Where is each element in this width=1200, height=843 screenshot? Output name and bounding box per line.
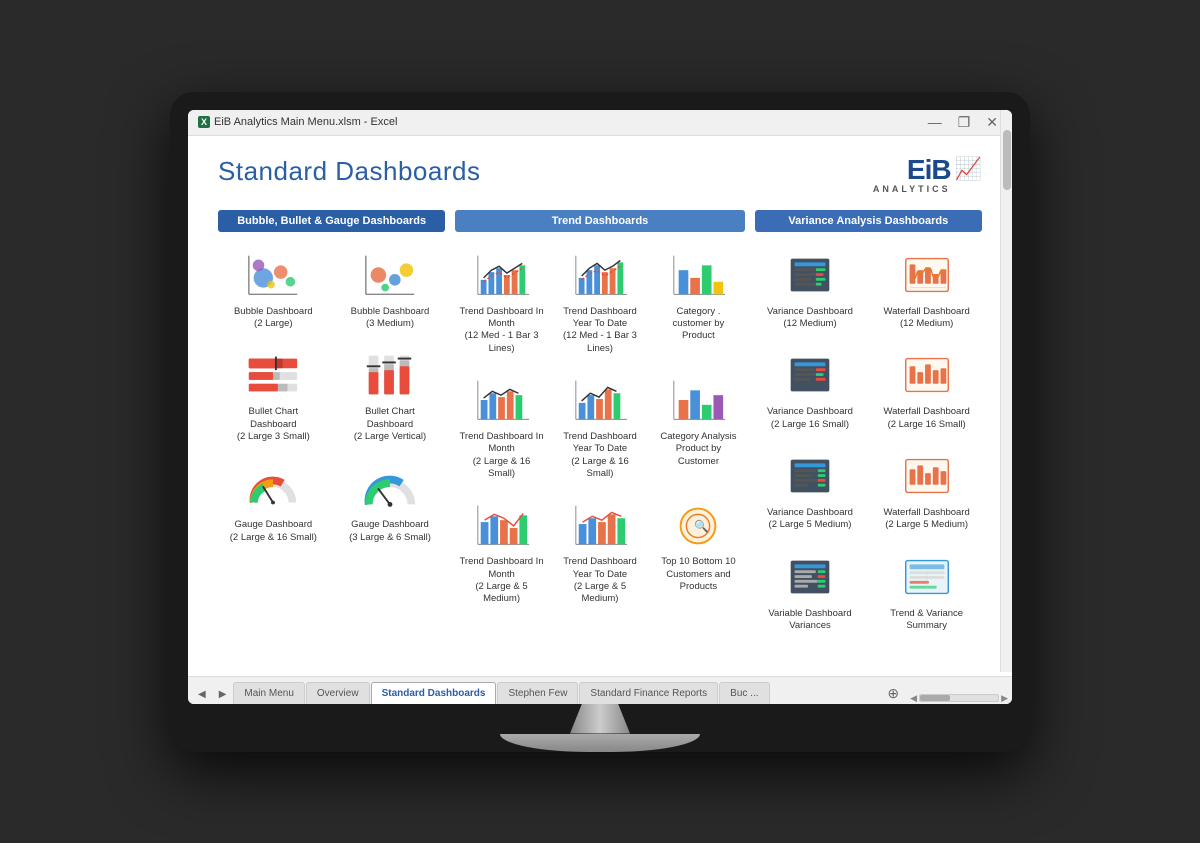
waterfall-2large16small-label: Waterfall Dashboard(2 Large 16 Small)	[884, 406, 970, 431]
trend-inmonth-2large5medium[interactable]: Trend Dashboard In Month(2 Large & 5 Med…	[455, 492, 547, 611]
trend-section-header: Trend Dashboards	[455, 210, 744, 232]
bubble-3medium-label: Bubble Dashboard(3 Medium)	[351, 306, 430, 331]
waterfall-12medium[interactable]: Waterfall Dashboard(12 Medium)	[871, 242, 982, 337]
trend-ytd-2large5medium-label: Trend Dashboard Year To Date(2 Large & 5…	[558, 556, 642, 605]
logo-tagline: ANALYTICS	[873, 184, 951, 194]
content-area: Standard Dashboards EiB ANALYTICS 📈	[188, 136, 1012, 676]
trend-ytd-2large5medium[interactable]: Trend Dashboard Year To Date(2 Large & 5…	[554, 492, 646, 611]
variance-2large5medium[interactable]: Variance Dashboard(2 Large 5 Medium)	[755, 443, 866, 538]
trend-ytd-12med-label: Trend Dashboard Year To Date(12 Med - 1 …	[558, 306, 642, 355]
waterfall-12medium-label: Waterfall Dashboard(12 Medium)	[884, 306, 970, 331]
bubble-section: Bubble, Bullet & Gauge Dashboards	[218, 210, 445, 639]
page-title: Standard Dashboards	[218, 156, 480, 187]
window-title: EiB Analytics Main Menu.xlsm - Excel	[214, 116, 397, 128]
gauge-2large16small[interactable]: Gauge Dashboard(2 Large & 16 Small)	[218, 455, 329, 550]
variance-section-header: Variance Analysis Dashboards	[755, 210, 982, 232]
tab-standard-dashboards[interactable]: Standard Dashboards	[371, 682, 497, 704]
gauge-2large16small-label: Gauge Dashboard(2 Large & 16 Small)	[230, 519, 317, 544]
category-customer-product[interactable]: Category . customer by Product	[652, 242, 744, 361]
monitor-outer: X EiB Analytics Main Menu.xlsm - Excel —…	[170, 92, 1030, 752]
tab-nav-right[interactable]: ▶	[213, 685, 233, 704]
logo-chart-icon: 📈	[955, 156, 982, 182]
maximize-button[interactable]: ❐	[954, 114, 975, 131]
excel-icon: X	[198, 116, 210, 128]
waterfall-2large16small[interactable]: Waterfall Dashboard(2 Large 16 Small)	[871, 342, 982, 437]
logo: EiB ANALYTICS 📈	[873, 156, 982, 194]
tab-buc[interactable]: Buc ...	[719, 682, 769, 704]
tab-standard-finance[interactable]: Standard Finance Reports	[579, 682, 718, 704]
variance-2large16small-label: Variance Dashboard(2 Large 16 Small)	[767, 406, 853, 431]
tab-main-menu[interactable]: Main Menu	[233, 682, 304, 704]
bullet-chart-2large-vertical[interactable]: Bullet Chart Dashboard(2 Large Vertical)	[335, 342, 446, 449]
trend-inmonth-2large16small[interactable]: Trend Dashboard In Month(2 Large & 16 Sm…	[455, 367, 547, 486]
waterfall-2large5medium[interactable]: Waterfall Dashboard(2 Large 5 Medium)	[871, 443, 982, 538]
svg-text:🔍: 🔍	[695, 518, 709, 533]
monitor-stand	[188, 704, 1012, 752]
variance-2large5medium-label: Variance Dashboard(2 Large 5 Medium)	[767, 507, 853, 532]
gauge-3large6small-label: Gauge Dashboard(3 Large & 6 Small)	[349, 519, 431, 544]
logo-brand: EiB	[907, 154, 951, 185]
stand-base	[500, 734, 700, 752]
variable-dashboard-variances[interactable]: Variable Dashboard Variances	[755, 544, 866, 639]
stand-neck	[570, 704, 630, 734]
tab-add-button[interactable]: ⊕	[881, 683, 905, 704]
variance-section: Variance Analysis Dashboards	[755, 210, 982, 639]
category-product-customer[interactable]: Category Analysis Product by Customer	[652, 367, 744, 486]
trend-inmonth-12med-label: Trend Dashboard In Month(12 Med - 1 Bar …	[459, 306, 543, 355]
trend-inmonth-2large16small-label: Trend Dashboard In Month(2 Large & 16 Sm…	[459, 431, 543, 480]
tab-nav-left[interactable]: ◀	[192, 685, 212, 704]
category-product-customer-label: Category Analysis Product by Customer	[656, 431, 740, 468]
trend-inmonth-2large5medium-label: Trend Dashboard In Month(2 Large & 5 Med…	[459, 556, 543, 605]
bullet-2large-vertical-label: Bullet Chart Dashboard(2 Large Vertical)	[345, 406, 435, 443]
trend-variance-summary-label: Trend & Variance Summary	[882, 608, 972, 633]
trend-ytd-2large16small[interactable]: Trend Dashboard Year To Date(2 Large & 1…	[554, 367, 646, 486]
trend-variance-summary[interactable]: Trend & Variance Summary	[871, 544, 982, 639]
h-scroll-right[interactable]: ▶	[1001, 693, 1008, 704]
monitor-screen: X EiB Analytics Main Menu.xlsm - Excel —…	[188, 110, 1012, 704]
vertical-scrollbar[interactable]	[1000, 110, 1012, 672]
trend-inmonth-12med[interactable]: Trend Dashboard In Month(12 Med - 1 Bar …	[455, 242, 547, 361]
tab-overview[interactable]: Overview	[306, 682, 370, 704]
gauge-3large6small[interactable]: Gauge Dashboard(3 Large & 6 Small)	[335, 455, 446, 550]
scroll-thumb[interactable]	[1003, 130, 1011, 190]
title-bar: X EiB Analytics Main Menu.xlsm - Excel —…	[188, 110, 1012, 136]
minimize-button[interactable]: —	[924, 114, 946, 131]
top10-bottom10[interactable]: 🔍 Top 10 Bottom 10 Customers and Product…	[652, 492, 744, 611]
bubble-section-header: Bubble, Bullet & Gauge Dashboards	[218, 210, 445, 232]
tab-bar: ◀ ▶ Main Menu Overview Standard Dashboar…	[188, 676, 1012, 704]
bubble-dashboard-2large[interactable]: Bubble Dashboard(2 Large)	[218, 242, 329, 337]
bubble-dashboard-3medium[interactable]: Bubble Dashboard(3 Medium)	[335, 242, 446, 337]
trend-section: Trend Dashboards	[455, 210, 744, 639]
tab-stephen-few[interactable]: Stephen Few	[497, 682, 578, 704]
top10-bottom10-label: Top 10 Bottom 10 Customers and Products	[656, 556, 740, 593]
trend-ytd-2large16small-label: Trend Dashboard Year To Date(2 Large & 1…	[558, 431, 642, 480]
bullet-2large3small-label: Bullet Chart Dashboard(2 Large 3 Small)	[228, 406, 318, 443]
variance-12medium[interactable]: Variance Dashboard(12 Medium)	[755, 242, 866, 337]
variable-dashboard-label: Variable Dashboard Variances	[765, 608, 855, 633]
variance-12medium-label: Variance Dashboard(12 Medium)	[767, 306, 853, 331]
bullet-chart-2large3small[interactable]: Bullet Chart Dashboard(2 Large 3 Small)	[218, 342, 329, 449]
trend-ytd-12med[interactable]: Trend Dashboard Year To Date(12 Med - 1 …	[554, 242, 646, 361]
bubble-2large-label: Bubble Dashboard(2 Large)	[234, 306, 313, 331]
category-customer-product-label: Category . customer by Product	[656, 306, 740, 343]
h-scroll-left[interactable]: ◀	[910, 693, 917, 704]
variance-2large16small[interactable]: Variance Dashboard(2 Large 16 Small)	[755, 342, 866, 437]
waterfall-2large5medium-label: Waterfall Dashboard(2 Large 5 Medium)	[884, 507, 970, 532]
